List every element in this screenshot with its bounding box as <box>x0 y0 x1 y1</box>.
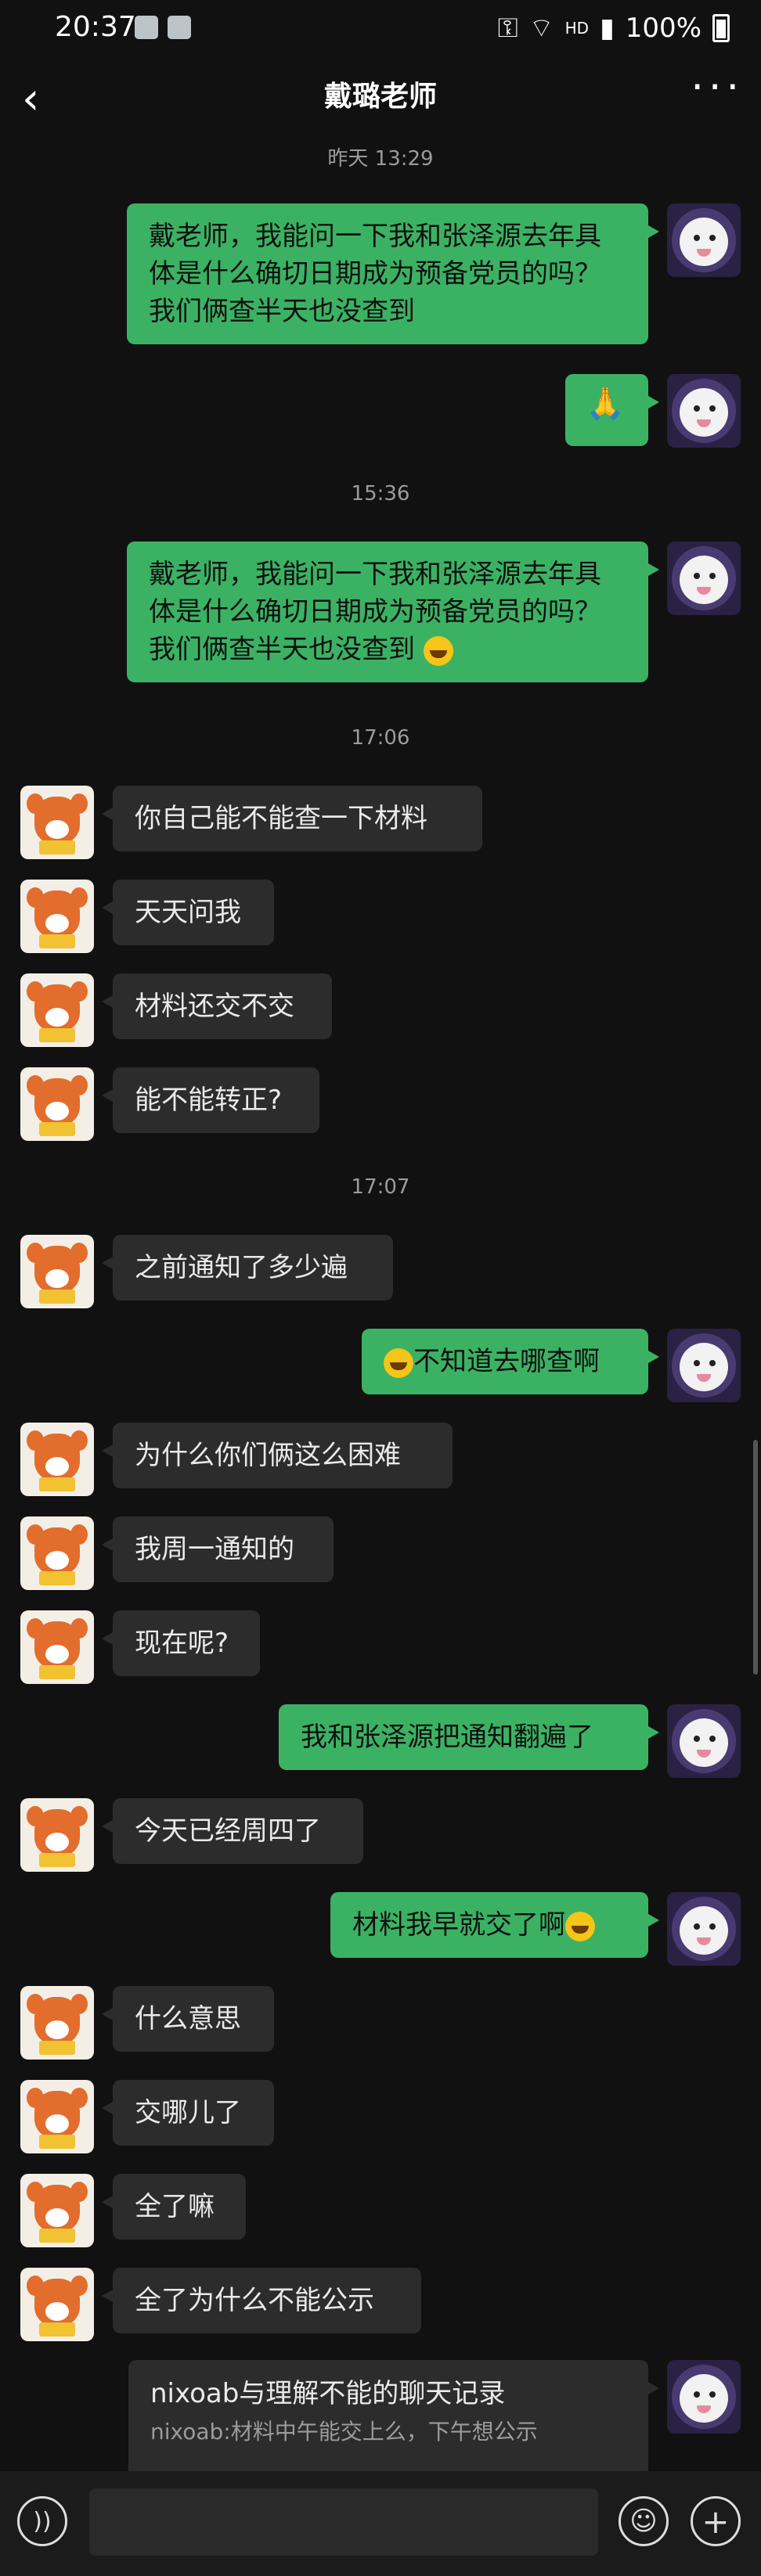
teacher-avatar[interactable] <box>20 1235 94 1308</box>
chat-title: 戴璐老师 <box>323 81 437 113</box>
teacher-avatar[interactable] <box>20 2174 94 2247</box>
battery-percent: 100% <box>625 12 701 44</box>
message-outgoing[interactable]: 我和张泽源把通知翻遍了 <box>279 1704 659 1770</box>
my-avatar[interactable] <box>667 1329 741 1402</box>
message-outgoing[interactable]: 戴老师，我能问一下我和张泽源去年具体是什么确切日期成为预备党员的吗？我们俩查半天… <box>127 203 659 344</box>
message-outgoing[interactable]: 🙏 <box>565 374 659 446</box>
teacher-avatar[interactable] <box>20 1610 94 1684</box>
message-outgoing[interactable]: 戴老师，我能问一下我和张泽源去年具体是什么确切日期成为预备党员的吗？我们俩查半天… <box>127 541 659 682</box>
wifi-icon: ⌔ <box>528 13 554 44</box>
status-time: 20:37 <box>55 11 136 43</box>
message-incoming[interactable]: 全了嘛 <box>102 2174 246 2240</box>
emoji-icon[interactable]: ☺ <box>619 2496 669 2546</box>
teacher-avatar[interactable] <box>20 880 94 953</box>
voice-icon[interactable]: )) <box>17 2496 67 2546</box>
message-outgoing[interactable]: 不知道去哪查啊 <box>362 1329 659 1394</box>
message-incoming[interactable]: 能不能转正? <box>102 1067 319 1133</box>
timestamp: 昨天 13:29 <box>327 147 434 171</box>
hd-label: HD <box>564 18 590 38</box>
laughing-emoji-icon <box>423 635 453 666</box>
teacher-avatar[interactable] <box>20 1516 94 1590</box>
timestamp: 17:07 <box>351 1175 410 1199</box>
chat-header: ‹ 戴璐老师 ··· <box>0 63 761 125</box>
message-incoming[interactable]: 我周一通知的 <box>102 1516 334 1582</box>
pray-emoji-icon: 🙏 <box>586 386 625 422</box>
message-incoming[interactable]: 为什么你们俩这么困难 <box>102 1423 453 1488</box>
plus-icon[interactable]: + <box>691 2496 741 2546</box>
timestamp: 15:36 <box>351 482 410 505</box>
status-bar: 20:37 ⚿ ⌔ HD ▮ 100% <box>0 0 761 63</box>
my-avatar[interactable] <box>667 374 741 448</box>
my-avatar[interactable] <box>667 2360 741 2434</box>
laughing-emoji-icon <box>565 1911 595 1941</box>
key-icon: ⚿ <box>497 12 518 44</box>
status-right: ⚿ ⌔ HD ▮ 100% <box>498 11 730 45</box>
forwarded-chat-history-card[interactable]: nixoab与理解不能的聊天记录 nixoab:材料中午能交上么，下午想公示 <box>128 2360 659 2471</box>
forwarded-card-title: nixoab与理解不能的聊天记录 <box>150 2378 506 2409</box>
teacher-avatar[interactable] <box>20 1067 94 1141</box>
input-bar: )) ☺ + <box>0 2471 761 2576</box>
teacher-avatar[interactable] <box>20 1798 94 1872</box>
laughing-emoji-icon <box>384 1347 413 1378</box>
timestamp: 17:06 <box>351 726 410 750</box>
message-incoming[interactable]: 你自己能不能查一下材料 <box>102 786 482 851</box>
my-avatar[interactable] <box>667 203 741 277</box>
my-avatar[interactable] <box>667 541 741 615</box>
message-incoming[interactable]: 现在呢? <box>102 1610 260 1676</box>
message-list[interactable]: 昨天 13:29 戴老师，我能问一下我和张泽源去年具体是什么确切日期成为预备党员… <box>0 133 761 2471</box>
message-incoming[interactable]: 全了为什么不能公示 <box>102 2268 421 2333</box>
message-incoming[interactable]: 交哪儿了 <box>102 2080 274 2146</box>
my-avatar[interactable] <box>667 1892 741 1966</box>
teacher-avatar[interactable] <box>20 2080 94 2153</box>
teacher-avatar[interactable] <box>20 973 94 1047</box>
more-dots-icon[interactable]: ··· <box>691 64 744 111</box>
message-incoming[interactable]: 天天问我 <box>102 880 274 945</box>
teacher-avatar[interactable] <box>20 786 94 859</box>
app-notification-icon <box>135 16 158 39</box>
my-avatar[interactable] <box>667 1704 741 1778</box>
teacher-avatar[interactable] <box>20 2268 94 2341</box>
message-outgoing[interactable]: 材料我早就交了啊 <box>330 1892 659 1958</box>
message-incoming[interactable]: 材料还交不交 <box>102 973 332 1039</box>
teacher-avatar[interactable] <box>20 1423 94 1496</box>
message-incoming[interactable]: 什么意思 <box>102 1986 274 2052</box>
status-notification-icons <box>135 16 191 39</box>
message-incoming[interactable]: 今天已经周四了 <box>102 1798 363 1864</box>
message-input[interactable] <box>89 2488 598 2556</box>
teacher-avatar[interactable] <box>20 1986 94 2060</box>
signal-icon: ▮ <box>600 12 615 44</box>
forwarded-card-preview: nixoab:材料中午能交上么，下午想公示 <box>150 2419 538 2445</box>
gallery-notification-icon <box>168 16 191 39</box>
battery-icon <box>712 13 730 42</box>
scrollbar[interactable] <box>753 1440 758 1675</box>
message-incoming[interactable]: 之前通知了多少遍 <box>102 1235 393 1301</box>
